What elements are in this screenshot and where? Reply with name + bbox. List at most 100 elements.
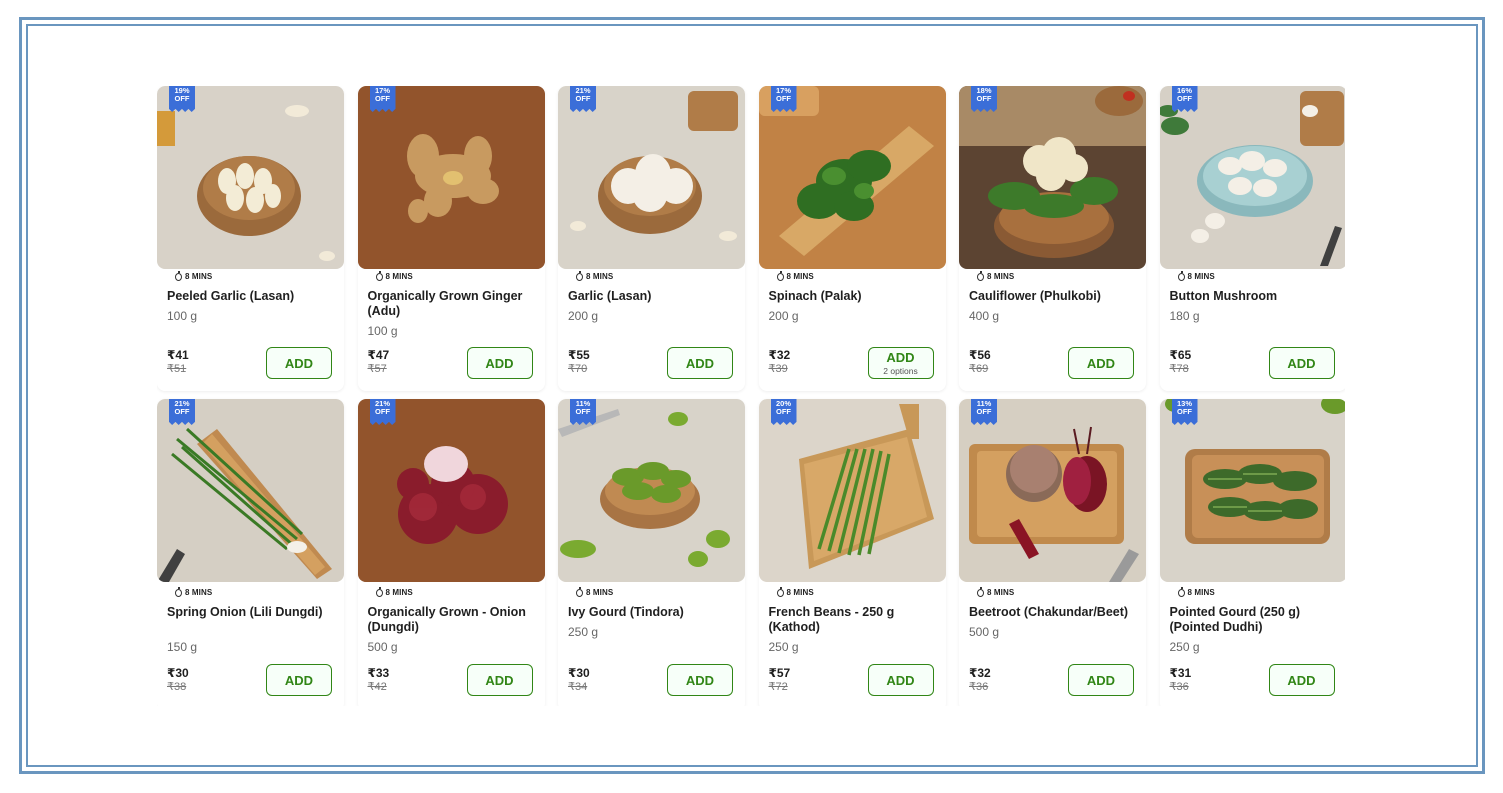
timer-icon bbox=[175, 586, 182, 597]
product-name: Pointed Gourd (250 g) (Pointed Dudhi) bbox=[1169, 605, 1301, 634]
product-image[interactable]: 16% OFF bbox=[1159, 86, 1345, 269]
add-to-cart-button[interactable]: ADD bbox=[1068, 347, 1134, 379]
product-card[interactable]: 16% OFF 8 MINS Button Mushroom 180 g ₹65… bbox=[1159, 86, 1345, 391]
add-to-cart-button[interactable]: ADD bbox=[466, 347, 533, 379]
discount-badge: 20% OFF bbox=[770, 399, 797, 425]
product-card[interactable]: 11% OFF 8 MINS Beetroot (Chakundar/Beet)… bbox=[959, 399, 1146, 706]
product-weight: 250 g bbox=[568, 625, 599, 639]
product-name: Button Mushroom bbox=[1169, 289, 1278, 303]
discount-badge: 11% OFF bbox=[570, 399, 596, 425]
add-button-label: ADD bbox=[685, 355, 715, 371]
delivery-eta: 8 MINS bbox=[375, 586, 413, 597]
product-weight: 200 g bbox=[568, 309, 599, 323]
product-mrp: ₹72 bbox=[768, 681, 788, 693]
product-name: Cauliflower (Phulkobi) bbox=[969, 289, 1101, 303]
add-button-label: ADD bbox=[284, 672, 314, 688]
product-mrp: ₹36 bbox=[1169, 681, 1189, 693]
product-image[interactable]: 21% OFF bbox=[357, 399, 545, 582]
product-card[interactable]: 11% OFF 8 MINS Ivy Gourd (Tindora) 250 g… bbox=[558, 399, 745, 706]
product-price: ₹33 bbox=[367, 666, 390, 680]
add-button-label: ADD bbox=[1086, 672, 1116, 688]
product-name: French Beans - 250 g (Kathod) bbox=[768, 605, 895, 634]
product-card[interactable]: 20% OFF 8 MINS French Beans - 250 g (Kat… bbox=[758, 399, 946, 706]
eta-label: 8 MINS bbox=[185, 272, 213, 281]
eta-label: 8 MINS bbox=[1187, 272, 1215, 281]
product-image[interactable]: 19% OFF bbox=[157, 86, 344, 269]
product-name: Spinach (Palak) bbox=[768, 289, 862, 303]
product-image[interactable]: 21% OFF bbox=[558, 86, 745, 269]
product-mrp: ₹34 bbox=[568, 681, 588, 693]
timer-icon bbox=[977, 270, 984, 281]
add-to-cart-button[interactable]: ADD bbox=[466, 664, 533, 696]
product-card[interactable]: 17% OFF 8 MINS Organically Grown Ginger … bbox=[357, 86, 545, 391]
delivery-eta: 8 MINS bbox=[977, 270, 1015, 281]
delivery-eta: 8 MINS bbox=[576, 270, 613, 281]
product-weight: 100 g bbox=[367, 324, 398, 338]
delivery-eta: 8 MINS bbox=[1177, 270, 1215, 281]
timer-icon bbox=[1177, 586, 1185, 597]
product-price: ₹55 bbox=[568, 348, 590, 362]
product-mrp: ₹51 bbox=[167, 363, 187, 375]
product-image[interactable]: 11% OFF bbox=[558, 399, 745, 582]
product-weight: 100 g bbox=[167, 309, 198, 323]
add-button-label: ADD bbox=[1086, 355, 1116, 371]
product-price: ₹32 bbox=[768, 348, 791, 362]
eta-label: 8 MINS bbox=[586, 588, 614, 597]
product-price: ₹56 bbox=[969, 348, 991, 362]
options-count: 2 options bbox=[883, 366, 918, 376]
eta-label: 8 MINS bbox=[1187, 588, 1215, 597]
product-image[interactable]: 11% OFF bbox=[959, 399, 1146, 582]
product-name: Ivy Gourd (Tindora) bbox=[568, 605, 684, 619]
product-card[interactable]: 21% OFF 8 MINS Organically Grown - Onion… bbox=[357, 399, 545, 706]
discount-badge: 21% OFF bbox=[169, 399, 195, 425]
product-card[interactable]: 17% OFF 8 MINS Spinach (Palak) 200 g ₹32… bbox=[758, 86, 946, 391]
eta-label: 8 MINS bbox=[385, 588, 413, 597]
product-mrp: ₹70 bbox=[568, 363, 588, 375]
product-image[interactable]: 21% OFF bbox=[157, 399, 344, 582]
product-card[interactable]: 18% OFF 8 MINS Cauliflower (Phulkobi) 40… bbox=[959, 86, 1146, 391]
timer-icon bbox=[977, 586, 984, 597]
product-weight: 150 g bbox=[167, 640, 198, 654]
add-to-cart-button[interactable]: ADD bbox=[266, 347, 332, 379]
delivery-eta: 8 MINS bbox=[175, 586, 213, 597]
delivery-eta: 8 MINS bbox=[576, 586, 614, 597]
add-to-cart-button[interactable]: ADD 2 options bbox=[867, 347, 934, 379]
product-image[interactable]: 17% OFF bbox=[357, 86, 545, 269]
product-card[interactable]: 21% OFF 8 MINS Spring Onion (Lili Dungdi… bbox=[157, 399, 344, 706]
discount-badge: 21% OFF bbox=[369, 399, 396, 425]
add-to-cart-button[interactable]: ADD bbox=[266, 664, 332, 696]
discount-badge: 11% OFF bbox=[971, 399, 997, 425]
eta-label: 8 MINS bbox=[987, 588, 1015, 597]
product-image[interactable]: 17% OFF bbox=[758, 86, 946, 269]
product-price: ₹65 bbox=[1169, 348, 1192, 362]
product-price: ₹57 bbox=[768, 666, 791, 680]
product-card[interactable]: 21% OFF 8 MINS Garlic (Lasan) 200 g ₹55 … bbox=[558, 86, 745, 391]
add-to-cart-button[interactable]: ADD bbox=[1268, 347, 1335, 379]
add-button-label: ADD bbox=[485, 355, 514, 371]
delivery-eta: 8 MINS bbox=[375, 270, 413, 281]
eta-label: 8 MINS bbox=[786, 588, 814, 597]
eta-label: 8 MINS bbox=[987, 272, 1015, 281]
delivery-eta: 8 MINS bbox=[1177, 586, 1215, 597]
product-image[interactable]: 13% OFF bbox=[1159, 399, 1345, 582]
eta-label: 8 MINS bbox=[185, 588, 213, 597]
product-mrp: ₹39 bbox=[768, 363, 788, 375]
add-to-cart-button[interactable]: ADD bbox=[1268, 664, 1335, 696]
product-image[interactable]: 18% OFF bbox=[959, 86, 1146, 269]
eta-label: 8 MINS bbox=[385, 272, 413, 281]
discount-badge: 16% OFF bbox=[1171, 86, 1198, 112]
add-to-cart-button[interactable]: ADD bbox=[1068, 664, 1134, 696]
product-image[interactable]: 20% OFF bbox=[758, 399, 946, 582]
product-name: Organically Grown - Onion (Dungdi) bbox=[367, 605, 526, 634]
product-name: Organically Grown Ginger (Adu) bbox=[367, 289, 523, 318]
timer-icon bbox=[375, 270, 383, 281]
add-to-cart-button[interactable]: ADD bbox=[667, 347, 733, 379]
product-price: ₹32 bbox=[969, 666, 991, 680]
product-card[interactable]: 13% OFF 8 MINS Pointed Gourd (250 g) (Po… bbox=[1159, 399, 1345, 706]
product-price: ₹31 bbox=[1169, 666, 1192, 680]
product-mrp: ₹78 bbox=[1169, 363, 1189, 375]
add-button-label: ADD bbox=[685, 672, 715, 688]
product-card[interactable]: 19% OFF 8 MINS Peeled Garlic (Lasan) 100… bbox=[157, 86, 344, 391]
add-to-cart-button[interactable]: ADD bbox=[867, 664, 934, 696]
add-to-cart-button[interactable]: ADD bbox=[667, 664, 733, 696]
